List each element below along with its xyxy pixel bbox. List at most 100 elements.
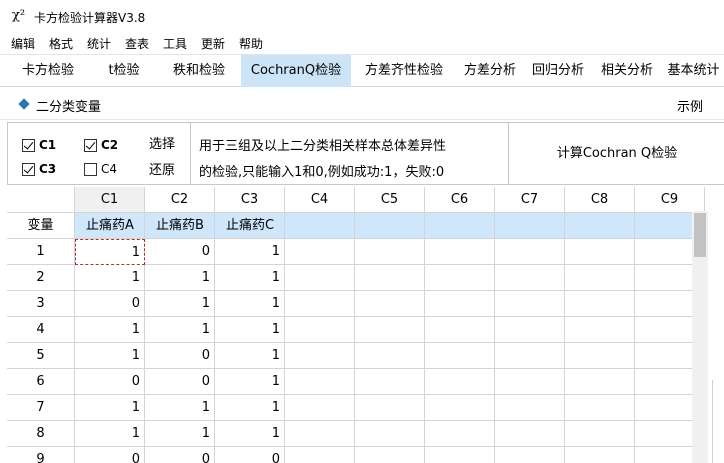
row-number[interactable]: 8 — [7, 421, 75, 447]
tab-basic-statistics[interactable]: 基本统计 — [663, 55, 724, 87]
data-cell[interactable]: 0 — [75, 447, 145, 463]
data-cell[interactable]: 1 — [215, 369, 285, 395]
data-cell[interactable]: 1 — [145, 291, 215, 317]
data-cell[interactable]: 1 — [145, 265, 215, 291]
data-cell[interactable]: 0 — [75, 369, 145, 395]
row-number[interactable]: 5 — [7, 343, 75, 369]
tab-chi-square[interactable]: 卡方检验 — [10, 55, 86, 87]
data-cell[interactable] — [355, 317, 425, 343]
data-cell[interactable]: 1 — [75, 239, 145, 265]
checkbox-c1[interactable]: C1 — [22, 138, 56, 152]
data-cell[interactable] — [565, 447, 635, 463]
data-cell[interactable]: 1 — [215, 239, 285, 265]
data-cell[interactable]: 1 — [75, 265, 145, 291]
data-cell[interactable] — [565, 421, 635, 447]
data-cell[interactable]: 1 — [215, 291, 285, 317]
calculate-cochran-q-button[interactable]: 计算Cochran Q检验 — [508, 123, 724, 184]
data-cell[interactable]: 0 — [145, 369, 215, 395]
variable-name-cell[interactable] — [425, 213, 495, 239]
tab-cochran-q[interactable]: CochranQ检验 — [241, 55, 351, 87]
data-cell[interactable] — [285, 447, 355, 463]
data-cell[interactable]: 1 — [215, 421, 285, 447]
row-number[interactable]: 9 — [7, 447, 75, 463]
row-number[interactable]: 1 — [7, 239, 75, 265]
data-cell[interactable] — [565, 239, 635, 265]
data-cell[interactable] — [355, 395, 425, 421]
select-button[interactable]: 选择 — [149, 133, 175, 152]
data-cell[interactable] — [495, 343, 565, 369]
data-cell[interactable]: 1 — [75, 343, 145, 369]
data-cell[interactable] — [425, 317, 495, 343]
data-cell[interactable] — [425, 291, 495, 317]
data-cell[interactable] — [355, 291, 425, 317]
data-cell[interactable] — [355, 369, 425, 395]
data-cell[interactable] — [425, 239, 495, 265]
data-cell[interactable]: 1 — [215, 343, 285, 369]
menu-statistics[interactable]: 统计 — [87, 35, 111, 52]
data-cell[interactable] — [355, 343, 425, 369]
data-cell[interactable]: 1 — [145, 395, 215, 421]
variable-name-cell[interactable]: 止痛药B — [145, 213, 215, 239]
variable-name-cell[interactable]: 止痛药C — [215, 213, 285, 239]
data-cell[interactable]: 0 — [75, 291, 145, 317]
checkbox-c2[interactable]: C2 — [84, 138, 118, 152]
variable-name-cell[interactable] — [285, 213, 355, 239]
data-cell[interactable] — [565, 291, 635, 317]
data-cell[interactable] — [495, 421, 565, 447]
checkbox-c4[interactable]: C4 — [84, 162, 117, 176]
data-cell[interactable] — [565, 395, 635, 421]
column-header[interactable]: C1 — [75, 187, 145, 213]
data-cell[interactable] — [565, 317, 635, 343]
data-cell[interactable] — [425, 265, 495, 291]
data-cell[interactable] — [425, 447, 495, 463]
data-cell[interactable] — [285, 369, 355, 395]
row-number[interactable]: 3 — [7, 291, 75, 317]
data-cell[interactable]: 0 — [145, 239, 215, 265]
tab-regression[interactable]: 回归分析 — [527, 55, 589, 87]
data-cell[interactable]: 1 — [75, 395, 145, 421]
restore-button[interactable]: 还原 — [149, 159, 175, 178]
menu-tools[interactable]: 工具 — [163, 35, 187, 52]
data-cell[interactable] — [425, 343, 495, 369]
data-cell[interactable]: 1 — [215, 317, 285, 343]
row-number[interactable]: 4 — [7, 317, 75, 343]
column-header[interactable]: C4 — [285, 187, 355, 213]
data-cell[interactable] — [565, 265, 635, 291]
data-cell[interactable] — [425, 395, 495, 421]
data-cell[interactable]: 1 — [145, 421, 215, 447]
data-cell[interactable]: 0 — [145, 447, 215, 463]
menu-edit[interactable]: 编辑 — [11, 35, 35, 52]
data-cell[interactable] — [495, 395, 565, 421]
data-cell[interactable] — [285, 239, 355, 265]
column-header[interactable]: C9 — [635, 187, 705, 213]
column-header[interactable]: C7 — [495, 187, 565, 213]
menu-help[interactable]: 帮助 — [239, 35, 263, 52]
row-number[interactable]: 6 — [7, 369, 75, 395]
row-number[interactable]: 2 — [7, 265, 75, 291]
data-cell[interactable] — [495, 369, 565, 395]
checkbox-c3[interactable]: C3 — [22, 162, 56, 176]
column-header[interactable]: C8 — [565, 187, 635, 213]
data-cell[interactable]: 1 — [75, 317, 145, 343]
row-number[interactable]: 7 — [7, 395, 75, 421]
menu-lookup-table[interactable]: 查表 — [125, 35, 149, 52]
column-header[interactable]: C5 — [355, 187, 425, 213]
example-button[interactable]: 示例 — [677, 96, 703, 115]
scrollbar-thumb[interactable] — [694, 213, 706, 257]
variable-name-cell[interactable] — [495, 213, 565, 239]
column-header[interactable]: C3 — [215, 187, 285, 213]
tab-homogeneity-of-variance[interactable]: 方差齐性检验 — [358, 55, 450, 87]
data-cell[interactable]: 1 — [215, 265, 285, 291]
data-cell[interactable]: 0 — [215, 447, 285, 463]
data-cell[interactable] — [355, 421, 425, 447]
data-cell[interactable] — [425, 421, 495, 447]
data-cell[interactable] — [495, 447, 565, 463]
menu-format[interactable]: 格式 — [49, 35, 73, 52]
variable-name-cell[interactable] — [355, 213, 425, 239]
data-cell[interactable] — [355, 265, 425, 291]
tab-correlation[interactable]: 相关分析 — [594, 55, 660, 87]
menu-update[interactable]: 更新 — [201, 35, 225, 52]
data-cell[interactable] — [495, 291, 565, 317]
data-cell[interactable] — [565, 343, 635, 369]
data-cell[interactable]: 0 — [145, 343, 215, 369]
